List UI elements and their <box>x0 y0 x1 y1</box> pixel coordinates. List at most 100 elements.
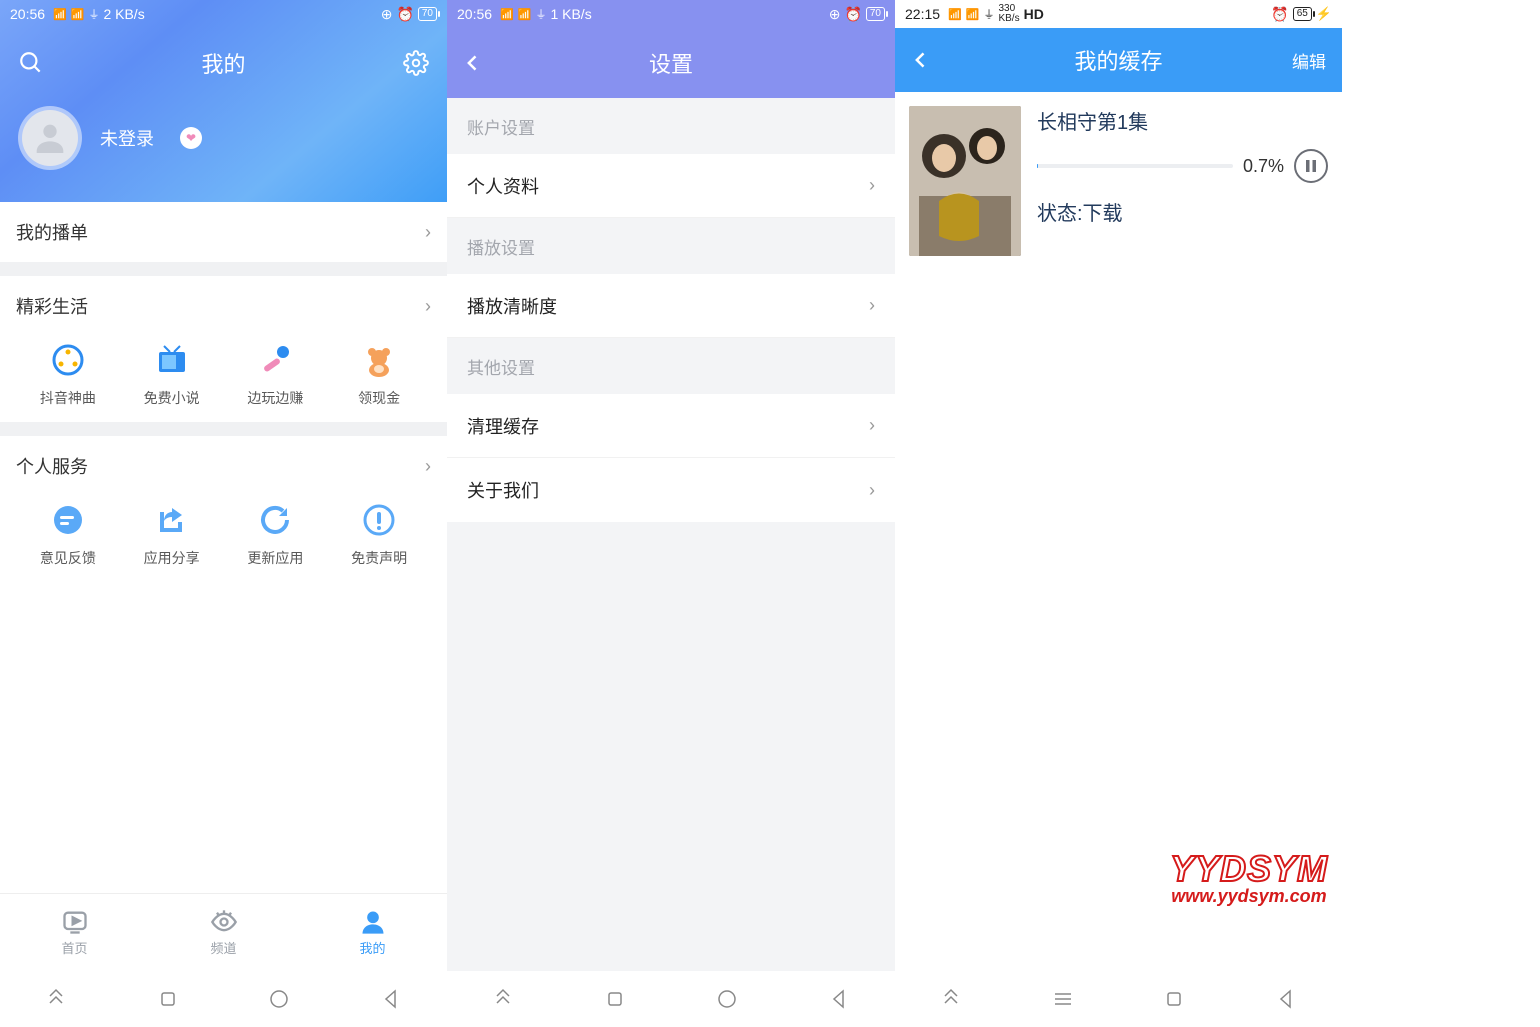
chevron-right-icon: › <box>869 295 875 316</box>
edit-button[interactable]: 编辑 <box>1292 48 1326 73</box>
download-status: 状态:下载 <box>1037 197 1328 226</box>
service-share[interactable]: 应用分享 <box>120 502 224 568</box>
row-about[interactable]: 关于我们 › <box>447 458 895 522</box>
status-bar: 22:15 📶 📶 ⏚ 330KB/s HD ⏰ 65 ⚡ <box>895 0 1342 28</box>
nav-menu-icon[interactable] <box>1051 987 1075 1011</box>
avatar[interactable] <box>18 106 82 170</box>
screen-settings: 20:56 📶 📶 ⏚ 1 KB/s ⊕ ⏰ 70 设置 账户设置 个人资料 ›… <box>447 0 895 1027</box>
eye-icon <box>210 908 238 936</box>
bear-icon <box>361 342 397 378</box>
life-item-cash[interactable]: 领现金 <box>327 342 431 408</box>
section-account: 账户设置 <box>447 98 895 154</box>
tv-icon <box>154 342 190 378</box>
chevron-right-icon: › <box>869 415 875 436</box>
status-time: 20:56 <box>10 6 45 22</box>
header: 我的缓存 编辑 <box>895 28 1342 92</box>
nav-home-icon[interactable] <box>603 987 627 1011</box>
life-item-music[interactable]: 抖音神曲 <box>16 342 120 408</box>
nav-home-icon[interactable] <box>156 987 180 1011</box>
nav-recent-icon[interactable] <box>44 987 68 1011</box>
play-box-icon <box>61 908 89 936</box>
refresh-icon <box>257 502 293 538</box>
nav-circle-icon[interactable] <box>715 987 739 1011</box>
life-item-play-earn[interactable]: 边玩边赚 <box>224 342 328 408</box>
battery-icon: 70 <box>866 7 885 21</box>
android-nav-bar <box>895 971 1342 1027</box>
tab-bar: 首页 频道 我的 <box>0 893 447 971</box>
divider <box>0 422 447 436</box>
progress-bar <box>1037 164 1233 168</box>
pause-button[interactable] <box>1294 149 1328 183</box>
tab-home[interactable]: 首页 <box>0 894 149 971</box>
nav-circle-icon[interactable] <box>267 987 291 1011</box>
chevron-right-icon: › <box>425 456 431 477</box>
service-update[interactable]: 更新应用 <box>224 502 328 568</box>
download-title: 长相守第1集 <box>1037 106 1328 135</box>
login-status: 未登录 <box>100 125 154 151</box>
nav-home-icon[interactable] <box>1162 987 1186 1011</box>
status-time: 20:56 <box>457 6 492 22</box>
video-thumbnail <box>909 106 1021 256</box>
tab-channel[interactable]: 频道 <box>149 894 298 971</box>
signal-icon: 📶 <box>53 8 67 21</box>
charging-icon: ⚡ <box>1316 6 1332 22</box>
chat-icon <box>50 502 86 538</box>
watermark: YYDSYM www.yydsym.com <box>1170 848 1328 907</box>
nav-recent-icon[interactable] <box>491 987 515 1011</box>
page-title: 我的缓存 <box>1074 44 1162 76</box>
battery-icon: 65 <box>1293 7 1312 21</box>
alarm-icon: ⏰ <box>396 6 413 23</box>
row-profile[interactable]: 个人资料 › <box>447 154 895 218</box>
film-reel-icon <box>50 342 86 378</box>
net-speed: 1 KB/s <box>550 6 591 22</box>
screen-profile: 20:56 📶 📶 ⏚ 2 KB/s ⊕ ⏰ 70 我的 <box>0 0 447 1027</box>
net-speed: 330KB/s <box>998 4 1019 24</box>
battery-icon: 70 <box>418 7 437 21</box>
signal-icon: 📶 <box>518 8 532 21</box>
net-speed: 2 KB/s <box>103 6 144 22</box>
back-icon[interactable] <box>911 50 931 70</box>
chevron-right-icon: › <box>869 480 875 501</box>
lock-icon: ⊕ <box>381 6 393 23</box>
nav-back-icon[interactable] <box>379 987 403 1011</box>
service-feedback[interactable]: 意见反馈 <box>16 502 120 568</box>
download-item[interactable]: 长相守第1集 0.7% 状态:下载 <box>895 92 1342 256</box>
page-title: 我的 <box>201 47 245 79</box>
nav-back-icon[interactable] <box>1274 987 1298 1011</box>
progress-fill <box>1037 164 1038 168</box>
chevron-right-icon: › <box>869 175 875 196</box>
section-playlist[interactable]: 我的播单 › <box>16 202 431 262</box>
lock-icon: ⊕ <box>829 6 841 23</box>
nav-back-icon[interactable] <box>827 987 851 1011</box>
pause-icon <box>1304 159 1318 173</box>
progress-percent: 0.7% <box>1243 156 1284 177</box>
row-quality[interactable]: 播放清晰度 › <box>447 274 895 338</box>
header: 我的 <box>0 28 447 98</box>
signal-icon: 📶 <box>71 8 85 21</box>
service-disclaimer[interactable]: 免责声明 <box>327 502 431 568</box>
profile-row[interactable]: 未登录 ❤ <box>0 98 447 202</box>
search-icon[interactable] <box>18 50 44 76</box>
back-icon[interactable] <box>463 53 483 73</box>
tab-mine[interactable]: 我的 <box>298 894 447 971</box>
status-bar: 20:56 📶 📶 ⏚ 1 KB/s ⊕ ⏰ 70 <box>447 0 895 28</box>
screen-cache: 22:15 📶 📶 ⏚ 330KB/s HD ⏰ 65 ⚡ 我的缓存 编辑 <box>895 0 1342 1027</box>
microphone-icon <box>257 342 293 378</box>
status-bar: 20:56 📶 📶 ⏚ 2 KB/s ⊕ ⏰ 70 <box>0 0 447 28</box>
row-clear-cache[interactable]: 清理缓存 › <box>447 394 895 458</box>
settings-icon[interactable] <box>403 50 429 76</box>
info-icon <box>361 502 397 538</box>
message-icon[interactable]: ❤ <box>180 127 202 149</box>
nav-recent-icon[interactable] <box>939 987 963 1011</box>
divider <box>0 262 447 276</box>
chevron-right-icon: › <box>425 296 431 317</box>
life-item-novel[interactable]: 免费小说 <box>120 342 224 408</box>
section-service[interactable]: 个人服务 › <box>16 436 431 496</box>
wifi-icon: ⏚ <box>535 6 546 22</box>
android-nav-bar <box>447 971 895 1027</box>
section-life[interactable]: 精彩生活 › <box>16 276 431 336</box>
alarm-icon: ⏰ <box>1271 6 1288 23</box>
hd-badge: HD <box>1024 6 1044 22</box>
wifi-icon: ⏚ <box>88 6 99 22</box>
wifi-icon: ⏚ <box>983 6 994 22</box>
